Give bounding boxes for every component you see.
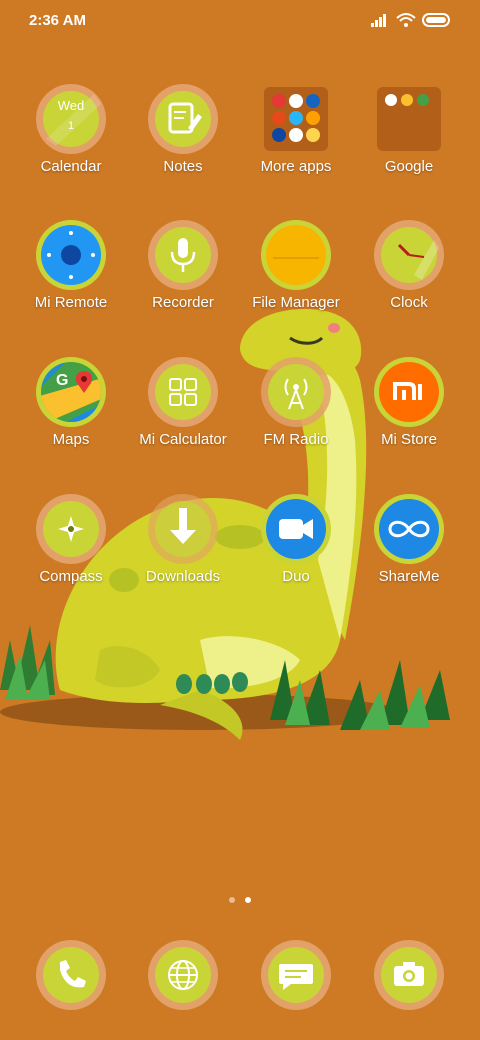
notes-icon[interactable]	[148, 84, 218, 154]
app-maps[interactable]: G Maps	[16, 357, 126, 477]
app-label: ShareMe	[378, 568, 440, 585]
app-recorder[interactable]: Recorder	[128, 220, 238, 340]
app-mi-store[interactable]: Mi Store	[354, 357, 464, 477]
calculator-icon[interactable]	[148, 357, 218, 427]
video-camera-icon[interactable]	[261, 494, 331, 564]
battery-icon	[422, 13, 450, 27]
compass-icon[interactable]	[36, 494, 106, 564]
folder-icon[interactable]	[261, 220, 331, 290]
app-google-folder[interactable]: Google	[354, 84, 464, 204]
phone-icon[interactable]	[36, 940, 106, 1010]
app-mi-calculator[interactable]: Mi Calculator	[128, 357, 238, 477]
mi-logo-icon[interactable]	[374, 357, 444, 427]
app-downloads[interactable]: Downloads	[128, 494, 238, 614]
calendar-icon[interactable]: Wed 1	[36, 84, 106, 154]
microphone-icon[interactable]	[148, 220, 218, 290]
app-label: File Manager	[252, 294, 340, 311]
app-calendar[interactable]: Wed 1 Calendar	[16, 84, 126, 204]
page-indicator	[0, 897, 480, 907]
app-fm-radio[interactable]: FM Radio	[241, 357, 351, 477]
app-label: Mi Calculator	[139, 431, 227, 448]
clock-icon[interactable]	[374, 220, 444, 290]
calendar-weekday: Wed	[57, 98, 85, 113]
page-dot[interactable]	[229, 897, 235, 903]
camera-icon[interactable]	[374, 940, 444, 1010]
app-label: FM Radio	[263, 431, 329, 448]
signal-icon	[371, 14, 386, 27]
folder-icon[interactable]	[374, 84, 444, 154]
maps-icon[interactable]: G	[36, 357, 106, 427]
dock-browser[interactable]	[148, 940, 218, 1010]
folder-icon[interactable]	[261, 84, 331, 154]
status-bar: 2:36 AM	[0, 0, 480, 44]
infinity-icon[interactable]	[374, 494, 444, 564]
app-label: Duo	[282, 568, 310, 585]
app-more-apps-folder[interactable]: More apps	[241, 84, 351, 204]
app-label: Notes	[163, 158, 203, 175]
app-clock[interactable]: Clock	[354, 220, 464, 340]
app-label: Mi Remote	[34, 294, 108, 311]
app-label: Mi Store	[381, 431, 437, 448]
app-label: Google	[384, 158, 434, 175]
app-label: Compass	[39, 568, 103, 585]
dock-messages[interactable]	[261, 940, 331, 1010]
status-time: 2:36 AM	[29, 12, 86, 29]
app-label: More apps	[260, 158, 332, 175]
app-file-manager[interactable]: File Manager	[241, 220, 351, 340]
dock-camera[interactable]	[374, 940, 444, 1010]
app-shareme[interactable]: ShareMe	[354, 494, 464, 614]
app-label: Calendar	[40, 158, 102, 175]
remote-icon[interactable]	[36, 220, 106, 290]
dock-phone[interactable]	[36, 940, 106, 1010]
app-label: Recorder	[152, 294, 214, 311]
app-label: Maps	[52, 431, 90, 448]
page-dot-active[interactable]	[245, 897, 251, 903]
app-compass[interactable]: Compass	[16, 494, 126, 614]
app-duo[interactable]: Duo	[241, 494, 351, 614]
app-label: Downloads	[145, 568, 221, 585]
svg-text:G: G	[56, 372, 68, 389]
wifi-icon	[396, 13, 416, 27]
message-icon[interactable]	[261, 940, 331, 1010]
app-mi-remote[interactable]: Mi Remote	[16, 220, 126, 340]
app-label: Clock	[390, 294, 428, 311]
app-notes[interactable]: Notes	[128, 84, 238, 204]
radio-icon[interactable]	[261, 357, 331, 427]
download-icon[interactable]	[148, 494, 218, 564]
globe-icon[interactable]	[148, 940, 218, 1010]
calendar-day: 1	[67, 120, 75, 132]
